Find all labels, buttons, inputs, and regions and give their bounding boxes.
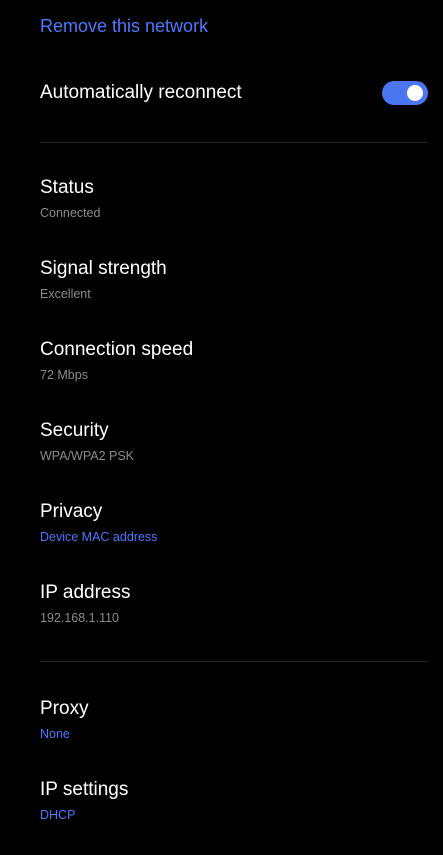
security-value: WPA/WPA2 PSK	[40, 449, 135, 463]
auto-reconnect-label: Automatically reconnect	[40, 82, 242, 103]
wifi-network-details-screen: Remove this network Automatically reconn…	[18, 0, 429, 855]
signal-strength-value: Excellent	[40, 287, 91, 301]
privacy-title: Privacy	[40, 501, 103, 522]
ip-address-item: IP address 192.168.1.110	[40, 581, 428, 626]
connection-speed-value: 72 Mbps	[40, 368, 88, 382]
privacy-value: Device MAC address	[40, 530, 158, 544]
auto-reconnect-toggle[interactable]	[382, 81, 428, 105]
status-title: Status	[40, 177, 94, 198]
ip-address-value: 192.168.1.110	[40, 611, 120, 625]
connection-speed-item: Connection speed 72 Mbps	[40, 338, 428, 383]
section-divider	[40, 661, 428, 662]
remove-network-link[interactable]: Remove this network	[40, 16, 208, 37]
toggle-knob	[407, 85, 423, 101]
privacy-item[interactable]: Privacy Device MAC address	[40, 500, 428, 545]
ip-address-title: IP address	[40, 582, 131, 603]
section-divider	[40, 142, 428, 143]
proxy-value: None	[40, 727, 70, 741]
ip-settings-item[interactable]: IP settings DHCP	[40, 778, 428, 823]
security-item: Security WPA/WPA2 PSK	[40, 419, 428, 464]
ip-settings-title: IP settings	[40, 779, 129, 800]
ip-settings-value: DHCP	[40, 808, 76, 822]
connection-speed-title: Connection speed	[40, 339, 194, 360]
status-value: Connected	[40, 206, 101, 220]
proxy-title: Proxy	[40, 698, 89, 719]
security-title: Security	[40, 420, 109, 441]
signal-strength-item: Signal strength Excellent	[40, 257, 428, 302]
status-item: Status Connected	[40, 176, 428, 221]
auto-reconnect-row[interactable]: Automatically reconnect	[40, 70, 430, 116]
proxy-item[interactable]: Proxy None	[40, 697, 428, 742]
signal-strength-title: Signal strength	[40, 258, 167, 279]
